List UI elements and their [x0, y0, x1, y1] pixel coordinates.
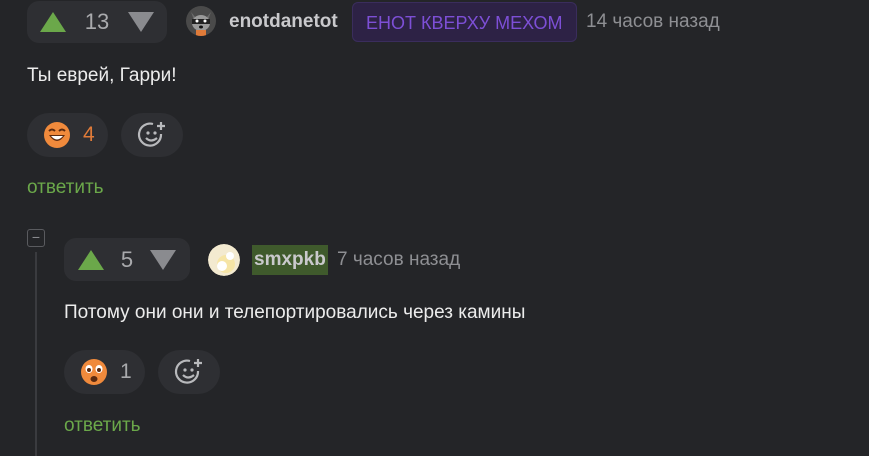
- reaction-pill[interactable]: 4: [27, 113, 108, 157]
- reply-link[interactable]: ответить: [27, 177, 104, 199]
- collapse-thread-button[interactable]: −: [27, 229, 45, 247]
- username[interactable]: enotdanetot: [229, 11, 338, 33]
- vote-widget: 13: [27, 1, 167, 43]
- downvote-button[interactable]: [150, 249, 176, 270]
- comment-text: Потому они они и телепортировались через…: [64, 302, 526, 323]
- reaction-count: 4: [83, 123, 95, 146]
- upvote-button[interactable]: [78, 249, 104, 270]
- reaction-pill[interactable]: 1: [64, 350, 145, 394]
- collapse-symbol: −: [31, 229, 41, 245]
- user-badge: ЕНОТ КВЕРХУ МЕХОМ: [352, 2, 577, 42]
- upvote-button[interactable]: [40, 12, 66, 32]
- add-reaction-button[interactable]: [121, 113, 183, 157]
- shocked-emoji-icon: [81, 359, 107, 385]
- reply-link[interactable]: ответить: [64, 415, 141, 437]
- thread-line[interactable]: [35, 252, 37, 456]
- comment-text: Ты еврей, Гарри!: [27, 65, 177, 86]
- downvote-button[interactable]: [127, 12, 154, 32]
- timestamp: 7 часов назад: [337, 249, 461, 270]
- avatar[interactable]: [186, 6, 216, 36]
- vote-widget: 5: [64, 238, 190, 281]
- add-reaction-button[interactable]: [158, 350, 220, 394]
- score: 5: [120, 246, 134, 272]
- avatar[interactable]: [208, 244, 240, 276]
- add-emoji-icon: [137, 122, 165, 147]
- timestamp: 14 часов назад: [586, 11, 720, 32]
- laughing-emoji-icon: [44, 122, 70, 148]
- reaction-count: 1: [120, 360, 132, 383]
- add-emoji-icon: [174, 359, 202, 384]
- score: 13: [84, 9, 110, 34]
- username[interactable]: smxpkb: [252, 245, 328, 275]
